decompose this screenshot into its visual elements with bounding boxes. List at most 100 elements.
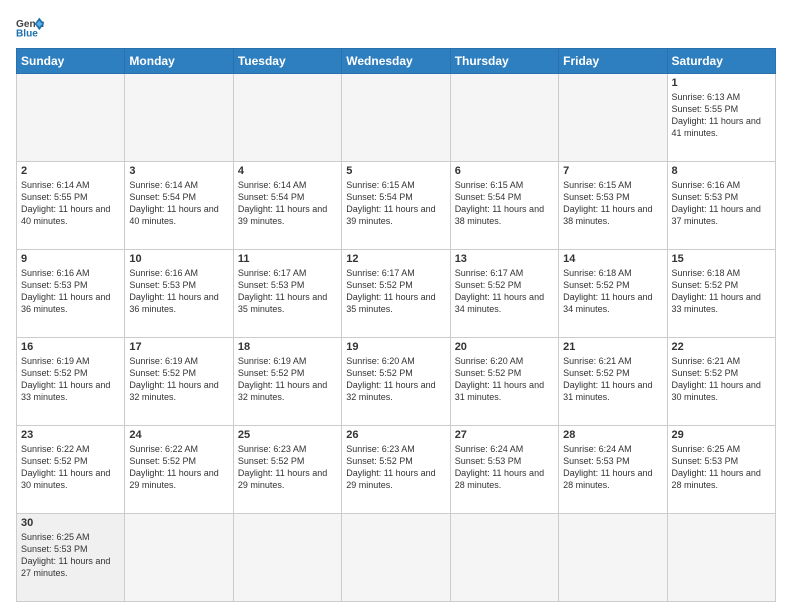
day-number: 8 xyxy=(672,165,771,177)
day-info: Sunrise: 6:20 AM Sunset: 5:52 PM Dayligh… xyxy=(346,355,445,404)
calendar-cell: 21Sunrise: 6:21 AM Sunset: 5:52 PM Dayli… xyxy=(559,338,667,426)
svg-text:Blue: Blue xyxy=(16,28,38,38)
day-info: Sunrise: 6:24 AM Sunset: 5:53 PM Dayligh… xyxy=(455,443,554,492)
calendar-cell xyxy=(233,74,341,162)
day-number: 21 xyxy=(563,341,662,353)
weekday-header-friday: Friday xyxy=(559,49,667,74)
logo: General Blue xyxy=(16,16,44,38)
day-number: 26 xyxy=(346,429,445,441)
day-number: 11 xyxy=(238,253,337,265)
calendar-cell: 25 Sunrise: 6:23 AM Sunset: 5:52 PM Dayli… xyxy=(233,426,341,514)
day-number: 4 xyxy=(238,165,337,177)
day-info: Sunrise: 6:24 AM Sunset: 5:53 PM Dayligh… xyxy=(563,443,662,492)
header: General Blue xyxy=(16,16,776,38)
calendar-cell: 19Sunrise: 6:20 AM Sunset: 5:52 PM Dayli… xyxy=(342,338,450,426)
calendar-cell xyxy=(450,514,558,602)
day-info: Sunrise: 6:21 AM Sunset: 5:52 PM Dayligh… xyxy=(672,355,771,404)
calendar-cell xyxy=(125,74,233,162)
calendar-cell xyxy=(342,514,450,602)
calendar-cell: 12 Sunrise: 6:17 AM Sunset: 5:52 PM Dayli… xyxy=(342,250,450,338)
calendar-cell: 14 Sunrise: 6:18 AM Sunset: 5:52 PM Dayli… xyxy=(559,250,667,338)
day-info: Sunrise: 6:23 AM Sunset: 5:52 PM Dayligh… xyxy=(346,443,445,492)
calendar-cell: 9Sunrise: 6:16 AM Sunset: 5:53 PM Daylig… xyxy=(17,250,125,338)
day-number: 10 xyxy=(129,253,228,265)
calendar-cell: 27Sunrise: 6:24 AM Sunset: 5:53 PM Dayli… xyxy=(450,426,558,514)
day-info: Sunrise: 6:16 AM Sunset: 5:53 PM Dayligh… xyxy=(672,179,771,228)
day-info: Sunrise: 6:14 AM Sunset: 5:54 PM Dayligh… xyxy=(129,179,228,228)
weekday-header-monday: Monday xyxy=(125,49,233,74)
page: General Blue SundayMondayTuesdayWednesda… xyxy=(0,0,792,612)
day-info: Sunrise: 6:17 AM Sunset: 5:52 PM Dayligh… xyxy=(455,267,554,316)
day-number: 15 xyxy=(672,253,771,265)
day-info: Sunrise: 6:23 AM Sunset: 5:52 PM Dayligh… xyxy=(238,443,337,492)
calendar-cell: 8 Sunrise: 6:16 AM Sunset: 5:53 PM Daylig… xyxy=(667,162,775,250)
calendar-cell: 13 Sunrise: 6:17 AM Sunset: 5:52 PM Dayli… xyxy=(450,250,558,338)
day-number: 6 xyxy=(455,165,554,177)
calendar-cell xyxy=(559,514,667,602)
day-number: 18 xyxy=(238,341,337,353)
weekday-header-thursday: Thursday xyxy=(450,49,558,74)
day-number: 20 xyxy=(455,341,554,353)
calendar-cell: 11 Sunrise: 6:17 AM Sunset: 5:53 PM Dayli… xyxy=(233,250,341,338)
calendar-cell: 4 Sunrise: 6:14 AM Sunset: 5:54 PM Daylig… xyxy=(233,162,341,250)
day-info: Sunrise: 6:15 AM Sunset: 5:54 PM Dayligh… xyxy=(455,179,554,228)
calendar-cell: 24 Sunrise: 6:22 AM Sunset: 5:52 PM Dayli… xyxy=(125,426,233,514)
day-number: 3 xyxy=(129,165,228,177)
calendar-cell: 3 Sunrise: 6:14 AM Sunset: 5:54 PM Daylig… xyxy=(125,162,233,250)
day-info: Sunrise: 6:19 AM Sunset: 5:52 PM Dayligh… xyxy=(129,355,228,404)
calendar-cell: 30 Sunrise: 6:25 AM Sunset: 5:53 PM Dayli… xyxy=(17,514,125,602)
calendar-cell: 29Sunrise: 6:25 AM Sunset: 5:53 PM Dayli… xyxy=(667,426,775,514)
calendar-cell: 20Sunrise: 6:20 AM Sunset: 5:52 PM Dayli… xyxy=(450,338,558,426)
day-info: Sunrise: 6:16 AM Sunset: 5:53 PM Dayligh… xyxy=(21,267,120,316)
calendar-cell xyxy=(559,74,667,162)
calendar-cell: 6 Sunrise: 6:15 AM Sunset: 5:54 PM Daylig… xyxy=(450,162,558,250)
day-number: 14 xyxy=(563,253,662,265)
day-number: 16 xyxy=(21,341,120,353)
calendar-cell: 7 Sunrise: 6:15 AM Sunset: 5:53 PM Daylig… xyxy=(559,162,667,250)
day-number: 23 xyxy=(21,429,120,441)
day-number: 2 xyxy=(21,165,120,177)
calendar-cell xyxy=(233,514,341,602)
day-number: 24 xyxy=(129,429,228,441)
day-number: 7 xyxy=(563,165,662,177)
day-info: Sunrise: 6:18 AM Sunset: 5:52 PM Dayligh… xyxy=(563,267,662,316)
weekday-header-wednesday: Wednesday xyxy=(342,49,450,74)
day-number: 25 xyxy=(238,429,337,441)
day-info: Sunrise: 6:22 AM Sunset: 5:52 PM Dayligh… xyxy=(129,443,228,492)
day-number: 29 xyxy=(672,429,771,441)
day-info: Sunrise: 6:25 AM Sunset: 5:53 PM Dayligh… xyxy=(21,531,120,580)
calendar-cell: 2 Sunrise: 6:14 AM Sunset: 5:55 PM Daylig… xyxy=(17,162,125,250)
day-number: 22 xyxy=(672,341,771,353)
day-info: Sunrise: 6:17 AM Sunset: 5:53 PM Dayligh… xyxy=(238,267,337,316)
day-info: Sunrise: 6:19 AM Sunset: 5:52 PM Dayligh… xyxy=(21,355,120,404)
day-number: 17 xyxy=(129,341,228,353)
day-info: Sunrise: 6:13 AM Sunset: 5:55 PM Dayligh… xyxy=(672,91,771,140)
day-info: Sunrise: 6:19 AM Sunset: 5:52 PM Dayligh… xyxy=(238,355,337,404)
calendar-cell: 5Sunrise: 6:15 AM Sunset: 5:54 PM Daylig… xyxy=(342,162,450,250)
day-number: 30 xyxy=(21,517,120,529)
day-info: Sunrise: 6:16 AM Sunset: 5:53 PM Dayligh… xyxy=(129,267,228,316)
generalblue-logo-icon: General Blue xyxy=(16,16,44,38)
calendar-cell xyxy=(667,514,775,602)
calendar-cell: 10 Sunrise: 6:16 AM Sunset: 5:53 PM Dayli… xyxy=(125,250,233,338)
day-info: Sunrise: 6:14 AM Sunset: 5:54 PM Dayligh… xyxy=(238,179,337,228)
calendar-table: SundayMondayTuesdayWednesdayThursdayFrid… xyxy=(16,48,776,602)
day-number: 12 xyxy=(346,253,445,265)
calendar-cell: 1Sunrise: 6:13 AM Sunset: 5:55 PM Daylig… xyxy=(667,74,775,162)
calendar-cell: 15Sunrise: 6:18 AM Sunset: 5:52 PM Dayli… xyxy=(667,250,775,338)
calendar-cell: 17 Sunrise: 6:19 AM Sunset: 5:52 PM Dayli… xyxy=(125,338,233,426)
calendar-cell xyxy=(450,74,558,162)
day-number: 28 xyxy=(563,429,662,441)
day-info: Sunrise: 6:22 AM Sunset: 5:52 PM Dayligh… xyxy=(21,443,120,492)
day-number: 13 xyxy=(455,253,554,265)
calendar-cell xyxy=(342,74,450,162)
day-info: Sunrise: 6:15 AM Sunset: 5:54 PM Dayligh… xyxy=(346,179,445,228)
day-info: Sunrise: 6:14 AM Sunset: 5:55 PM Dayligh… xyxy=(21,179,120,228)
calendar-cell: 26 Sunrise: 6:23 AM Sunset: 5:52 PM Dayli… xyxy=(342,426,450,514)
day-info: Sunrise: 6:15 AM Sunset: 5:53 PM Dayligh… xyxy=(563,179,662,228)
day-info: Sunrise: 6:17 AM Sunset: 5:52 PM Dayligh… xyxy=(346,267,445,316)
calendar-cell: 22 Sunrise: 6:21 AM Sunset: 5:52 PM Dayli… xyxy=(667,338,775,426)
calendar-cell: 28 Sunrise: 6:24 AM Sunset: 5:53 PM Dayli… xyxy=(559,426,667,514)
calendar-cell xyxy=(17,74,125,162)
weekday-header-saturday: Saturday xyxy=(667,49,775,74)
